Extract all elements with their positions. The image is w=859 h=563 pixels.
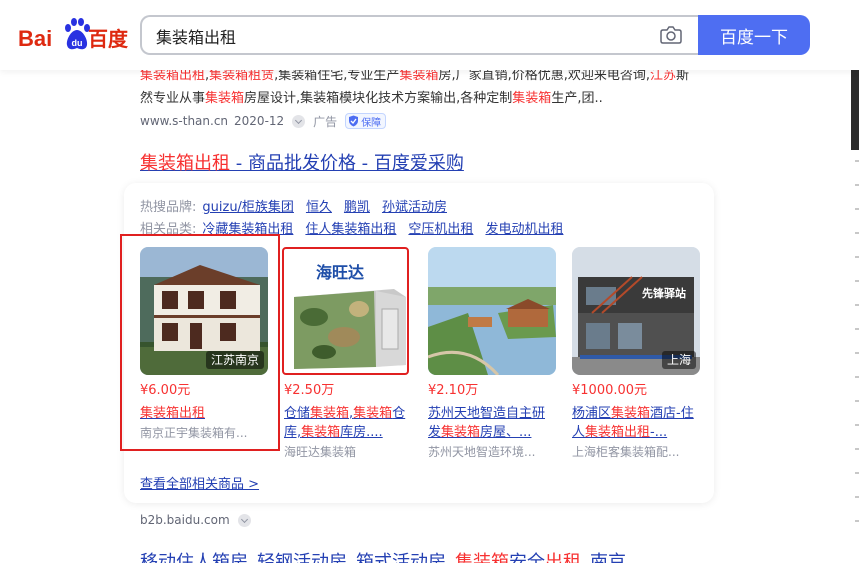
product-name-segment: 集装箱: [301, 425, 341, 440]
ad-label: 广告: [313, 114, 338, 129]
abstract-text-segment: 集装箱: [512, 91, 552, 106]
shield-check-icon: [349, 115, 359, 127]
product-item[interactable]: ¥2.10万 苏州天地智造自主研发集装箱房屋、... 苏州天地智造环境...: [428, 247, 556, 461]
product-shop[interactable]: 海旺达集装箱: [284, 444, 412, 461]
product-price: ¥1000.00元: [572, 383, 648, 398]
annotation-highlight-box: [120, 234, 280, 451]
result3-title-segment: 集装箱: [455, 552, 509, 563]
result3-title-segment: 移动住人箱房_轻钢活动房_箱式活动房_: [140, 552, 455, 563]
product-name-segment: -...: [650, 425, 668, 440]
waterfront-photo: [428, 247, 556, 375]
result1-line2: 然专业从事集装箱房屋设计,集装箱模块化技术方案输出,各种定制集装箱生产,团..: [140, 87, 700, 110]
svg-text:du: du: [72, 38, 83, 48]
dropdown-icon[interactable]: [237, 513, 251, 527]
abstract-text-segment: 房屋设计,集装箱模块化技术方案输出,各种定制: [244, 91, 513, 106]
camera-icon[interactable]: [660, 25, 682, 45]
search-box: [140, 15, 699, 55]
search-input[interactable]: [156, 25, 636, 47]
result3-title[interactable]: 移动住人箱房_轻钢活动房_箱式活动房_集装箱安全出租_南京...: [140, 550, 643, 563]
annotation-highlight-box: [282, 247, 409, 375]
paw-icon: du: [65, 18, 90, 50]
hot-brand-tag[interactable]: 孙斌活动房: [382, 199, 447, 217]
result1-url[interactable]: www.s-than.cn: [140, 114, 228, 128]
product-name-segment: 集装箱出租: [585, 425, 651, 440]
hotel-sign-text: 先锋驿站: [642, 287, 686, 300]
result1-date: 2020-12: [234, 114, 285, 128]
abstract-text-segment: 房,厂家直销,价格优惠,欢迎来电咨询,: [438, 68, 650, 83]
product-price: ¥2.10万: [428, 383, 479, 398]
view-all-products-link[interactable]: 查看全部相关商品 >: [140, 473, 259, 492]
product-name[interactable]: 仓储集装箱,集装箱仓库,集装箱库房....: [284, 404, 412, 442]
product-name-segment: 集装箱: [441, 425, 481, 440]
logo-text-bai: Bai: [18, 26, 53, 51]
result1-abstract: 集装箱出租,集装箱租赁,集装箱住宅,专业生产集装箱房,厂家直销,价格优惠,欢迎来…: [140, 64, 700, 110]
hot-brands-label: 热搜品牌:: [140, 200, 197, 215]
abstract-text-segment: 然专业从事: [140, 91, 206, 106]
product-shop[interactable]: 苏州天地智造环境...: [428, 444, 556, 461]
product-image[interactable]: [428, 247, 556, 375]
product-price: ¥2.50万: [284, 383, 335, 398]
product-shop[interactable]: 上海柜客集装箱配...: [572, 444, 700, 461]
result2-url[interactable]: b2b.baidu.com: [140, 513, 230, 527]
product-name[interactable]: 杨浦区集装箱酒店-住人集装箱出租-...: [572, 404, 700, 442]
product-name-segment: 仓储: [284, 406, 311, 421]
related-category-tag[interactable]: 空压机出租: [408, 221, 473, 239]
product-name-segment: 集装箱: [353, 406, 393, 421]
related-category-tag[interactable]: 住人集装箱出租: [305, 221, 396, 239]
result2-title-keyword: 集装箱出租: [140, 153, 230, 174]
hot-brand-tag[interactable]: 恒久: [306, 199, 332, 217]
product-name-segment: 库房....: [340, 425, 383, 440]
hot-brand-tag[interactable]: 鹏凯: [344, 199, 370, 217]
result2-source: b2b.baidu.com: [140, 513, 251, 527]
result3-title-segment: 出租: [545, 552, 581, 563]
abstract-text-segment: ,集装箱住宅,专业生产: [274, 68, 400, 83]
result2-title-rest: - 商品批发价格 - 百度爱采购: [230, 153, 464, 174]
abstract-text-segment: 斯: [676, 68, 690, 83]
logo-text-cn: 百度: [88, 27, 128, 51]
result2-title[interactable]: 集装箱出租 - 商品批发价格 - 百度爱采购: [140, 151, 464, 177]
side-divider: [855, 160, 859, 560]
product-name-segment: 集装箱: [310, 406, 350, 421]
guarantee-label: 保障: [361, 117, 382, 129]
abstract-text-segment: 生产,团..: [551, 91, 603, 106]
location-tag: 上海: [661, 351, 696, 369]
abstract-text-segment: 集装箱租赁: [209, 68, 275, 83]
abstract-text-segment: 集装箱出租: [140, 68, 206, 83]
product-name-segment: 房屋、...: [480, 425, 532, 440]
guarantee-badge[interactable]: 保障: [345, 113, 387, 129]
result3-title-segment: _南京...: [581, 552, 644, 563]
result3-title-segment: 安全: [509, 552, 545, 563]
result1-meta: www.s-than.cn 2020-12 广告 保障: [140, 112, 387, 130]
abstract-text-segment: 集装箱: [205, 91, 245, 106]
dropdown-icon[interactable]: [292, 114, 306, 128]
abstract-text-segment: 集装箱: [399, 68, 439, 83]
product-name[interactable]: 苏州天地智造自主研发集装箱房屋、...: [428, 404, 556, 442]
header: Bai du 百度 百度一下: [0, 0, 859, 70]
product-item[interactable]: 先锋驿站 上海 ¥1000.00元 杨浦区集装箱酒店-住人集装箱出租-... 上…: [572, 247, 700, 461]
abstract-text-segment: 江苏: [649, 68, 676, 83]
baidu-logo[interactable]: Bai du 百度: [18, 16, 128, 56]
hot-brand-tag[interactable]: guizu/柜族集团: [202, 199, 294, 217]
scrollbar-thumb[interactable]: [851, 70, 859, 150]
related-category-tag[interactable]: 发电动机出租: [485, 221, 563, 239]
product-name-segment: 集装箱: [611, 406, 651, 421]
search-button[interactable]: 百度一下: [698, 15, 810, 55]
product-name-segment: 杨浦区: [572, 406, 612, 421]
product-image[interactable]: 先锋驿站 上海: [572, 247, 700, 375]
hot-brands-row: 热搜品牌: guizu/柜族集团 恒久 鹏凯 孙斌活动房: [140, 199, 447, 217]
